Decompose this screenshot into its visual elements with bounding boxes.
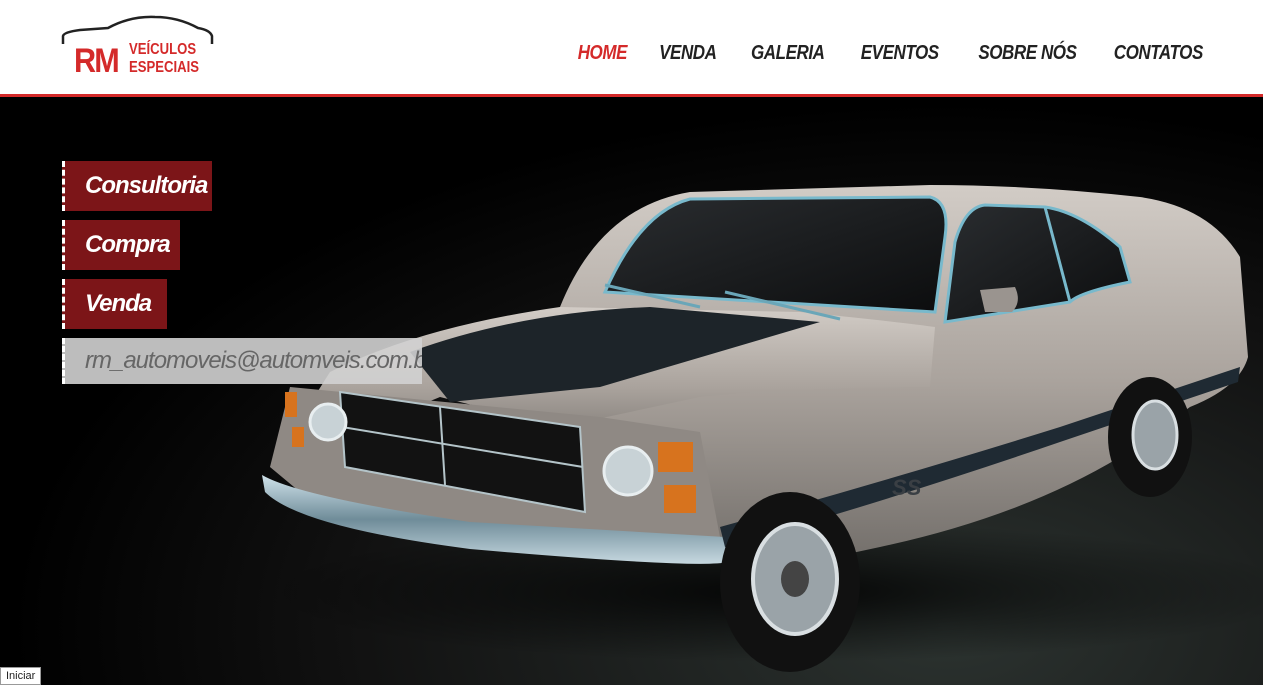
ss-badge: SS (892, 475, 922, 500)
logo-rm: RM (74, 42, 120, 80)
nav-galeria[interactable]: GALERIA (751, 42, 825, 65)
nav-sobre-nos[interactable]: SOBRE NÓS (978, 42, 1077, 65)
nav-venda[interactable]: VENDA (659, 42, 717, 65)
nav-home[interactable]: HOME (578, 42, 628, 65)
main-nav: HOME VENDA GALERIA EVENTOS SOBRE NÓS CON… (547, 42, 1204, 65)
compra-button[interactable]: Compra (62, 220, 180, 270)
nav-contatos[interactable]: CONTATOS (1114, 42, 1204, 65)
email-address[interactable]: rm_automoveis@automveis.com.br (62, 338, 422, 384)
consultoria-button[interactable]: Consultoria (62, 161, 212, 211)
iniciar-button[interactable]: Iniciar (0, 667, 42, 685)
nav-eventos[interactable]: EVENTOS (861, 42, 939, 65)
site-header: RM VEÍCULOS ESPECIAIS HOME VENDA GALERIA… (0, 0, 1263, 94)
logo-line1: VEÍCULOS (129, 41, 197, 58)
logo[interactable]: RM VEÍCULOS ESPECIAIS (60, 14, 215, 82)
logo-line2: ESPECIAIS (129, 59, 199, 76)
venda-button[interactable]: Venda (62, 279, 167, 329)
